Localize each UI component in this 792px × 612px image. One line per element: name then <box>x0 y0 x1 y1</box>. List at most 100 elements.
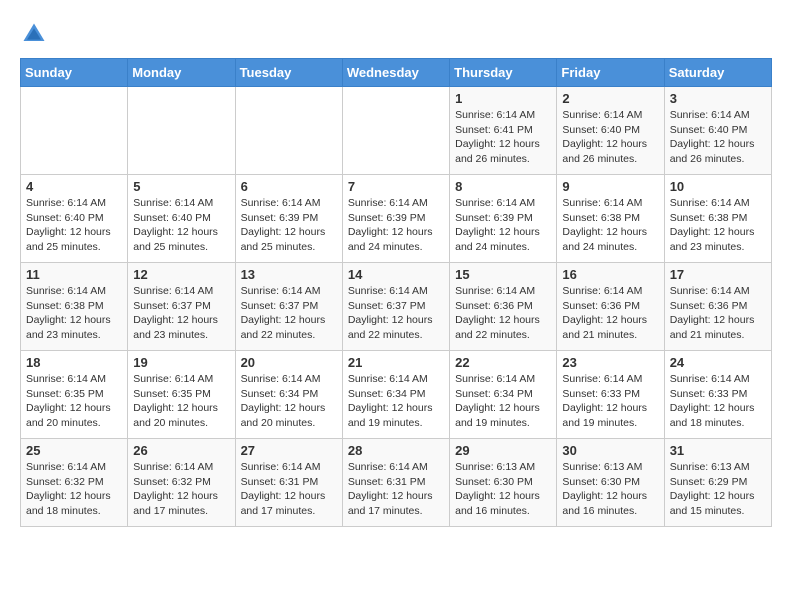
logo-icon <box>20 20 48 48</box>
day-info: Sunrise: 6:13 AM Sunset: 6:30 PM Dayligh… <box>562 460 658 519</box>
day-info: Sunrise: 6:14 AM Sunset: 6:32 PM Dayligh… <box>26 460 122 519</box>
day-number: 2 <box>562 91 658 106</box>
day-info: Sunrise: 6:14 AM Sunset: 6:35 PM Dayligh… <box>26 372 122 431</box>
day-info: Sunrise: 6:14 AM Sunset: 6:35 PM Dayligh… <box>133 372 229 431</box>
day-info: Sunrise: 6:14 AM Sunset: 6:34 PM Dayligh… <box>455 372 551 431</box>
day-info: Sunrise: 6:14 AM Sunset: 6:37 PM Dayligh… <box>133 284 229 343</box>
calendar-cell: 6 Sunrise: 6:14 AM Sunset: 6:39 PM Daylig… <box>235 175 342 263</box>
day-of-week-header: Friday <box>557 59 664 87</box>
calendar-cell: 16 Sunrise: 6:14 AM Sunset: 6:36 PM Dayli… <box>557 263 664 351</box>
day-info: Sunrise: 6:14 AM Sunset: 6:38 PM Dayligh… <box>562 196 658 255</box>
calendar-cell <box>21 87 128 175</box>
day-info: Sunrise: 6:14 AM Sunset: 6:33 PM Dayligh… <box>670 372 766 431</box>
calendar-cell: 23 Sunrise: 6:14 AM Sunset: 6:33 PM Dayli… <box>557 351 664 439</box>
calendar-week-row: 1Sunrise: 6:14 AM Sunset: 6:41 PM Daylig… <box>21 87 772 175</box>
calendar-cell: 22Sunrise: 6:14 AM Sunset: 6:34 PM Dayli… <box>450 351 557 439</box>
calendar-cell: 26Sunrise: 6:14 AM Sunset: 6:32 PM Dayli… <box>128 439 235 527</box>
calendar-cell: 24 Sunrise: 6:14 AM Sunset: 6:33 PM Dayli… <box>664 351 771 439</box>
day-number: 24 <box>670 355 766 370</box>
calendar-cell <box>235 87 342 175</box>
day-info: Sunrise: 6:14 AM Sunset: 6:38 PM Dayligh… <box>670 196 766 255</box>
calendar-cell: 7 Sunrise: 6:14 AM Sunset: 6:39 PM Daylig… <box>342 175 449 263</box>
calendar-cell: 12Sunrise: 6:14 AM Sunset: 6:37 PM Dayli… <box>128 263 235 351</box>
day-number: 16 <box>562 267 658 282</box>
day-number: 28 <box>348 443 444 458</box>
day-number: 30 <box>562 443 658 458</box>
day-info: Sunrise: 6:14 AM Sunset: 6:33 PM Dayligh… <box>562 372 658 431</box>
calendar-cell <box>342 87 449 175</box>
calendar-cell: 20 Sunrise: 6:14 AM Sunset: 6:34 PM Dayli… <box>235 351 342 439</box>
calendar-cell: 3Sunrise: 6:14 AM Sunset: 6:40 PM Daylig… <box>664 87 771 175</box>
day-number: 15 <box>455 267 551 282</box>
day-info: Sunrise: 6:14 AM Sunset: 6:34 PM Dayligh… <box>241 372 337 431</box>
calendar-cell: 19 Sunrise: 6:14 AM Sunset: 6:35 PM Dayli… <box>128 351 235 439</box>
day-info: Sunrise: 6:14 AM Sunset: 6:31 PM Dayligh… <box>348 460 444 519</box>
day-number: 21 <box>348 355 444 370</box>
day-of-week-header: Thursday <box>450 59 557 87</box>
day-number: 11 <box>26 267 122 282</box>
day-number: 5 <box>133 179 229 194</box>
day-info: Sunrise: 6:13 AM Sunset: 6:29 PM Dayligh… <box>670 460 766 519</box>
calendar-week-row: 11Sunrise: 6:14 AM Sunset: 6:38 PM Dayli… <box>21 263 772 351</box>
calendar-cell: 4Sunrise: 6:14 AM Sunset: 6:40 PM Daylig… <box>21 175 128 263</box>
calendar-table: SundayMondayTuesdayWednesdayThursdayFrid… <box>20 58 772 527</box>
day-of-week-header: Saturday <box>664 59 771 87</box>
calendar-cell: 30 Sunrise: 6:13 AM Sunset: 6:30 PM Dayli… <box>557 439 664 527</box>
day-number: 7 <box>348 179 444 194</box>
calendar-cell: 17 Sunrise: 6:14 AM Sunset: 6:36 PM Dayli… <box>664 263 771 351</box>
day-number: 18 <box>26 355 122 370</box>
day-info: Sunrise: 6:14 AM Sunset: 6:31 PM Dayligh… <box>241 460 337 519</box>
day-number: 6 <box>241 179 337 194</box>
day-info: Sunrise: 6:14 AM Sunset: 6:36 PM Dayligh… <box>562 284 658 343</box>
day-number: 9 <box>562 179 658 194</box>
day-number: 14 <box>348 267 444 282</box>
day-info: Sunrise: 6:14 AM Sunset: 6:40 PM Dayligh… <box>133 196 229 255</box>
calendar-cell <box>128 87 235 175</box>
calendar-cell: 2 Sunrise: 6:14 AM Sunset: 6:40 PM Daylig… <box>557 87 664 175</box>
calendar-cell: 25 Sunrise: 6:14 AM Sunset: 6:32 PM Dayli… <box>21 439 128 527</box>
calendar-cell: 13 Sunrise: 6:14 AM Sunset: 6:37 PM Dayli… <box>235 263 342 351</box>
day-number: 23 <box>562 355 658 370</box>
day-number: 17 <box>670 267 766 282</box>
day-info: Sunrise: 6:14 AM Sunset: 6:40 PM Dayligh… <box>562 108 658 167</box>
calendar-cell: 14 Sunrise: 6:14 AM Sunset: 6:37 PM Dayli… <box>342 263 449 351</box>
day-number: 8 <box>455 179 551 194</box>
calendar-header-row: SundayMondayTuesdayWednesdayThursdayFrid… <box>21 59 772 87</box>
calendar-week-row: 25 Sunrise: 6:14 AM Sunset: 6:32 PM Dayli… <box>21 439 772 527</box>
logo <box>20 20 52 48</box>
calendar-cell: 5 Sunrise: 6:14 AM Sunset: 6:40 PM Daylig… <box>128 175 235 263</box>
calendar-cell: 27 Sunrise: 6:14 AM Sunset: 6:31 PM Dayli… <box>235 439 342 527</box>
calendar-cell: 18 Sunrise: 6:14 AM Sunset: 6:35 PM Dayli… <box>21 351 128 439</box>
day-info: Sunrise: 6:14 AM Sunset: 6:36 PM Dayligh… <box>455 284 551 343</box>
day-number: 20 <box>241 355 337 370</box>
day-number: 19 <box>133 355 229 370</box>
day-info: Sunrise: 6:14 AM Sunset: 6:37 PM Dayligh… <box>348 284 444 343</box>
day-of-week-header: Wednesday <box>342 59 449 87</box>
day-info: Sunrise: 6:14 AM Sunset: 6:41 PM Dayligh… <box>455 108 551 167</box>
day-of-week-header: Monday <box>128 59 235 87</box>
calendar-cell: 31 Sunrise: 6:13 AM Sunset: 6:29 PM Dayli… <box>664 439 771 527</box>
day-info: Sunrise: 6:14 AM Sunset: 6:39 PM Dayligh… <box>241 196 337 255</box>
page-header <box>20 20 772 48</box>
day-info: Sunrise: 6:14 AM Sunset: 6:40 PM Dayligh… <box>26 196 122 255</box>
calendar-cell: 11Sunrise: 6:14 AM Sunset: 6:38 PM Dayli… <box>21 263 128 351</box>
calendar-week-row: 18 Sunrise: 6:14 AM Sunset: 6:35 PM Dayli… <box>21 351 772 439</box>
day-number: 25 <box>26 443 122 458</box>
calendar-cell: 21 Sunrise: 6:14 AM Sunset: 6:34 PM Dayli… <box>342 351 449 439</box>
calendar-week-row: 4Sunrise: 6:14 AM Sunset: 6:40 PM Daylig… <box>21 175 772 263</box>
calendar-cell: 8 Sunrise: 6:14 AM Sunset: 6:39 PM Daylig… <box>450 175 557 263</box>
day-info: Sunrise: 6:14 AM Sunset: 6:36 PM Dayligh… <box>670 284 766 343</box>
day-info: Sunrise: 6:14 AM Sunset: 6:39 PM Dayligh… <box>455 196 551 255</box>
day-number: 13 <box>241 267 337 282</box>
calendar-cell: 29Sunrise: 6:13 AM Sunset: 6:30 PM Dayli… <box>450 439 557 527</box>
day-number: 27 <box>241 443 337 458</box>
day-of-week-header: Tuesday <box>235 59 342 87</box>
day-info: Sunrise: 6:14 AM Sunset: 6:34 PM Dayligh… <box>348 372 444 431</box>
day-number: 10 <box>670 179 766 194</box>
day-number: 31 <box>670 443 766 458</box>
day-info: Sunrise: 6:14 AM Sunset: 6:37 PM Dayligh… <box>241 284 337 343</box>
day-info: Sunrise: 6:14 AM Sunset: 6:39 PM Dayligh… <box>348 196 444 255</box>
day-number: 3 <box>670 91 766 106</box>
calendar-cell: 9 Sunrise: 6:14 AM Sunset: 6:38 PM Daylig… <box>557 175 664 263</box>
calendar-cell: 10 Sunrise: 6:14 AM Sunset: 6:38 PM Dayli… <box>664 175 771 263</box>
